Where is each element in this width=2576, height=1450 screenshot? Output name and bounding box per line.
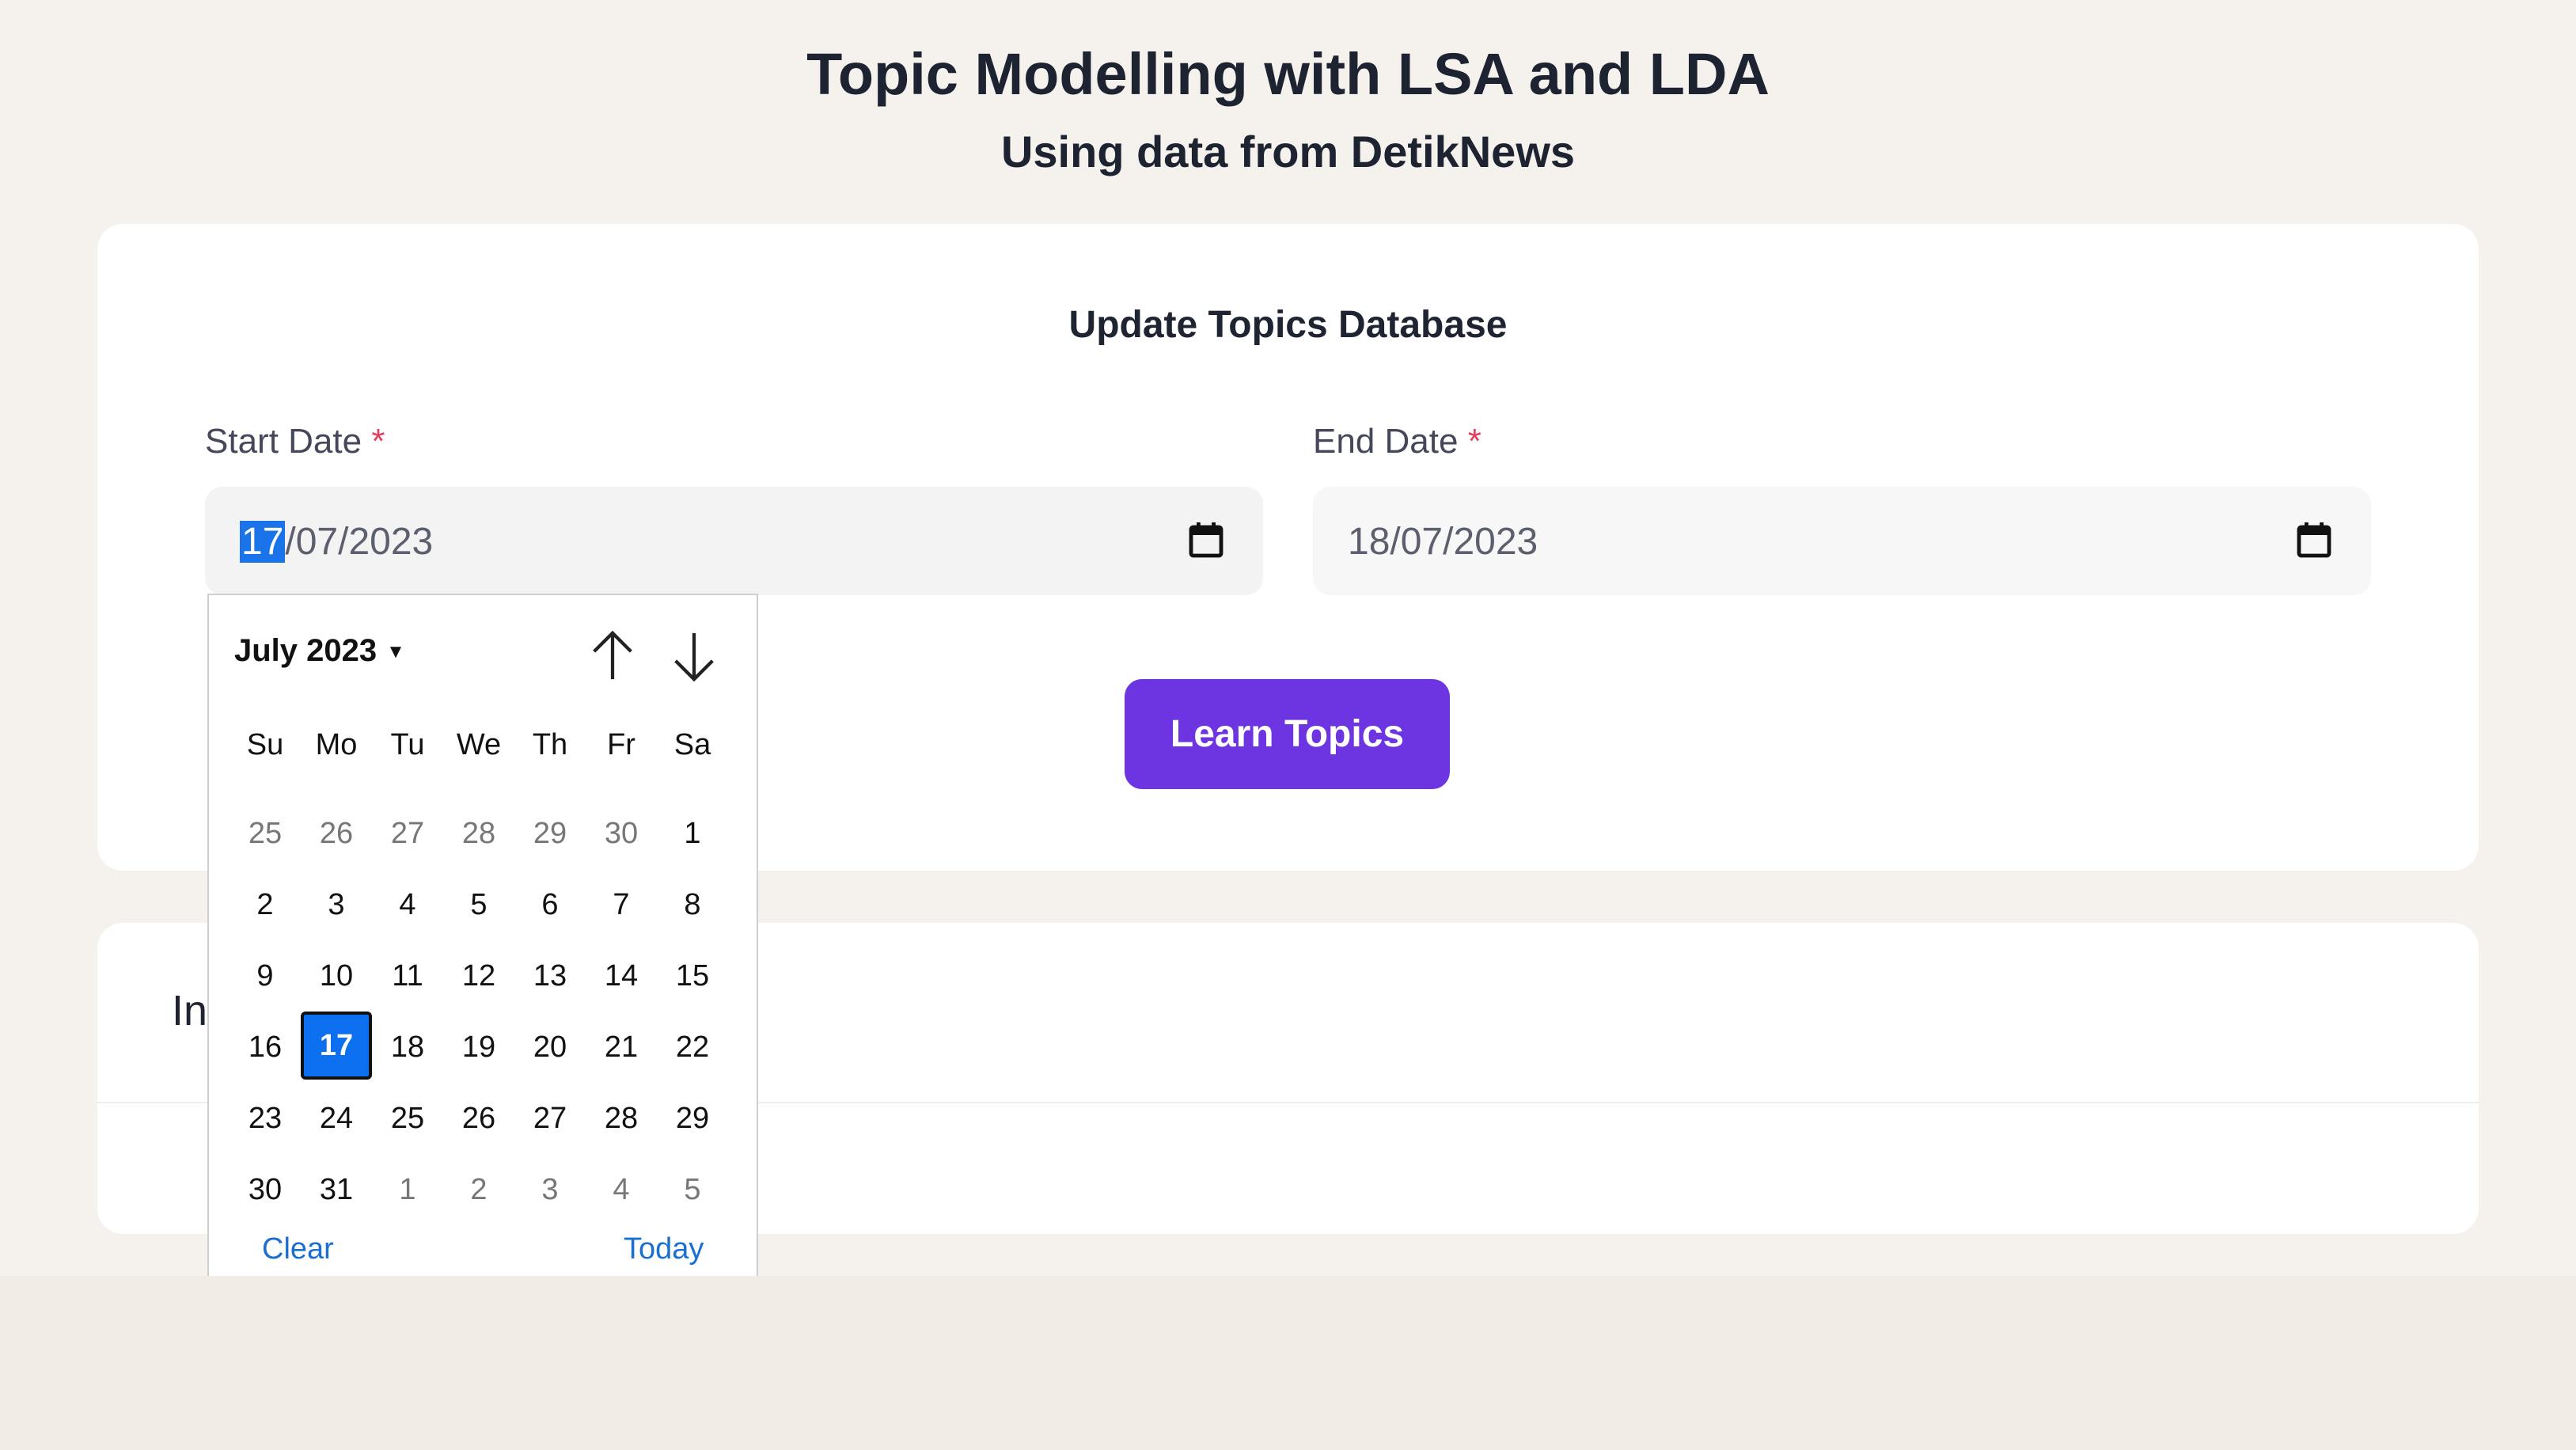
card-title: Update Topics Database xyxy=(1068,304,1508,346)
calendar-day[interactable]: 26 xyxy=(301,799,372,867)
calendar-day[interactable]: 22 xyxy=(657,1013,728,1081)
calendar-day[interactable]: 1 xyxy=(372,1156,443,1224)
calendar-day[interactable]: 9 xyxy=(230,942,301,1010)
weekday-label: Tu xyxy=(390,728,425,761)
calendar-day-selected[interactable]: 17 xyxy=(301,1012,372,1080)
calendar-day[interactable]: 19 xyxy=(443,1013,514,1081)
end-date-value[interactable]: 18/07/2023 xyxy=(1348,518,1538,566)
page-title: Topic Modelling with LSA and LDA xyxy=(806,41,1770,107)
calendar-day[interactable]: 28 xyxy=(586,1084,657,1152)
weekday-label: Th xyxy=(532,728,568,761)
calendar-day[interactable]: 8 xyxy=(657,871,728,939)
month-year-selector[interactable]: July 2023 ▼ xyxy=(234,633,405,669)
weekday-label: Su xyxy=(246,728,284,761)
calendar-day[interactable]: 1 xyxy=(657,799,728,867)
calendar-day[interactable]: 31 xyxy=(301,1156,372,1224)
required-marker: * xyxy=(371,422,385,461)
calendar-day[interactable]: 7 xyxy=(586,871,657,939)
calendar-day[interactable]: 5 xyxy=(657,1156,728,1224)
arrow-down-icon[interactable] xyxy=(670,628,718,684)
start-date-value[interactable]: 17/07/2023 xyxy=(240,518,433,566)
start-date-label: Start Date * xyxy=(205,422,385,461)
calendar-day[interactable]: 13 xyxy=(514,942,586,1010)
calendar-day[interactable]: 3 xyxy=(514,1156,586,1224)
end-date-input[interactable]: 18/07/2023 xyxy=(1313,487,2371,595)
start-date-input[interactable]: 17/07/2023 xyxy=(205,487,1263,595)
calendar-day[interactable]: 29 xyxy=(514,799,586,867)
calendar-day[interactable]: 2 xyxy=(443,1156,514,1224)
calendar-day[interactable]: 25 xyxy=(372,1084,443,1152)
start-date-label-text: Start Date xyxy=(205,422,362,461)
start-date-day-segment[interactable]: 17 xyxy=(240,521,286,563)
weekday-label: Mo xyxy=(315,728,358,761)
calendar-day[interactable]: 27 xyxy=(514,1084,586,1152)
calendar-day[interactable]: 23 xyxy=(230,1084,301,1152)
calendar-day[interactable]: 18 xyxy=(372,1013,443,1081)
caret-down-icon[interactable]: ▼ xyxy=(386,641,405,662)
month-year-label[interactable]: July 2023 xyxy=(234,633,377,668)
required-marker: * xyxy=(1467,422,1481,461)
calendar-icon[interactable] xyxy=(2297,520,2331,560)
learn-topics-button[interactable]: Learn Topics xyxy=(1125,679,1450,789)
calendar-day[interactable]: 4 xyxy=(586,1156,657,1224)
calendar-day[interactable]: 24 xyxy=(301,1084,372,1152)
today-button[interactable]: Today xyxy=(624,1232,704,1266)
datepicker-popup: July 2023 ▼ Su Mo Tu We Th Fr Sa 25 26 27 28… xyxy=(207,594,758,1276)
calendar-day[interactable]: 27 xyxy=(372,799,443,867)
calendar-day[interactable]: 4 xyxy=(372,871,443,939)
weekday-label: Fr xyxy=(607,728,635,761)
calendar-day[interactable]: 30 xyxy=(230,1156,301,1224)
info-card-label: In xyxy=(172,987,208,1034)
calendar-day[interactable]: 29 xyxy=(657,1084,728,1152)
calendar-day[interactable]: 11 xyxy=(372,942,443,1010)
arrow-up-icon[interactable] xyxy=(589,628,636,684)
calendar-icon[interactable] xyxy=(1189,520,1224,560)
calendar-day[interactable]: 10 xyxy=(301,942,372,1010)
app-viewport: Topic Modelling with LSA and LDA Using d… xyxy=(0,0,2576,1276)
calendar-day[interactable]: 3 xyxy=(301,871,372,939)
calendar-day[interactable]: 20 xyxy=(514,1013,586,1081)
calendar-day[interactable]: 16 xyxy=(230,1013,301,1081)
calendar-day[interactable]: 14 xyxy=(586,942,657,1010)
calendar-day[interactable]: 5 xyxy=(443,871,514,939)
calendar-day[interactable]: 25 xyxy=(230,799,301,867)
end-date-label-text: End Date xyxy=(1313,422,1459,461)
page-subtitle: Using data from DetikNews xyxy=(1000,127,1576,177)
calendar-day[interactable]: 30 xyxy=(586,799,657,867)
weekday-label: Sa xyxy=(673,728,711,761)
calendar-day[interactable]: 21 xyxy=(586,1013,657,1081)
weekday-label: We xyxy=(456,728,502,761)
calendar-day[interactable]: 12 xyxy=(443,942,514,1010)
calendar-day[interactable]: 28 xyxy=(443,799,514,867)
calendar-day[interactable]: 2 xyxy=(230,871,301,939)
calendar-day[interactable]: 6 xyxy=(514,871,586,939)
start-date-rest-segment[interactable]: /07/2023 xyxy=(285,521,433,563)
end-date-label: End Date * xyxy=(1313,422,1481,461)
calendar-day[interactable]: 26 xyxy=(443,1084,514,1152)
calendar-day[interactable]: 15 xyxy=(657,942,728,1010)
weekday-header: Su Mo Tu We Th Fr Sa xyxy=(209,728,760,768)
clear-button[interactable]: Clear xyxy=(262,1232,334,1266)
